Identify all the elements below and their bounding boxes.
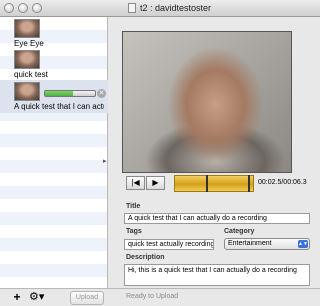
add-button[interactable]: + [10,291,24,304]
window-title-area: t2 : davidtestoster [128,3,211,13]
upload-progress-bar [44,90,96,97]
category-label: Category [224,228,255,235]
playback-controls: |◀ ▶ 00:02.5/00:06.3 [126,175,320,195]
upload-progress-fill [45,91,73,96]
timeline-scrubber[interactable] [174,175,254,192]
category-value: Entertainment [228,240,272,247]
video-thumbnail [14,82,40,101]
title-field[interactable]: A quick test that I can actually do a re… [124,213,310,224]
zoom-window-button[interactable] [32,3,42,13]
description-label: Description [126,254,165,261]
detail-pane: ▸ |◀ ▶ 00:02.5/00:06.3 Title A quick tes… [103,17,320,288]
title-label: Title [126,203,141,210]
upload-button[interactable]: Upload [70,291,104,305]
description-field[interactable]: Hi, this is a quick test that I can actu… [124,264,310,286]
minimize-window-button[interactable] [18,3,28,13]
window-controls [4,3,42,13]
split-view-handle[interactable]: ▸ [103,157,107,165]
recordings-list: Eye Eye quick test ✕ A quick test that I… [0,17,108,288]
tags-field[interactable]: quick test actually recording [124,239,214,250]
list-item-selected[interactable]: ✕ A quick test that I can actually [0,80,108,113]
tags-label: Tags [126,228,142,235]
close-window-button[interactable] [4,3,14,13]
list-item-label: A quick test that I can actually [14,102,104,111]
list-item[interactable]: quick test [0,48,108,81]
list-item-label: Eye Eye [14,39,44,48]
list-item-label: quick test [14,70,48,79]
list-item[interactable]: Eye Eye [0,17,108,50]
time-readout: 00:02.5/00:06.3 [258,179,307,186]
window-title: t2 : davidtestoster [140,3,212,13]
video-thumbnail [14,50,40,69]
status-text: Ready to Upload [126,293,179,300]
bottom-toolbar: + ⚙▾ Upload Ready to Upload [0,288,320,306]
playhead[interactable] [206,175,208,192]
document-icon [128,3,136,13]
play-button[interactable]: ▶ [146,176,165,190]
selection-end-marker[interactable] [248,175,250,192]
video-preview[interactable] [122,31,292,173]
category-select[interactable]: Entertainment ▲▼ [224,238,310,250]
gear-menu-button[interactable]: ⚙▾ [29,291,51,304]
video-thumbnail [14,19,40,38]
select-arrows-icon: ▲▼ [298,240,308,248]
window-titlebar: t2 : davidtestoster [0,0,320,17]
cancel-upload-icon[interactable]: ✕ [97,89,106,98]
rewind-button[interactable]: |◀ [126,176,145,190]
